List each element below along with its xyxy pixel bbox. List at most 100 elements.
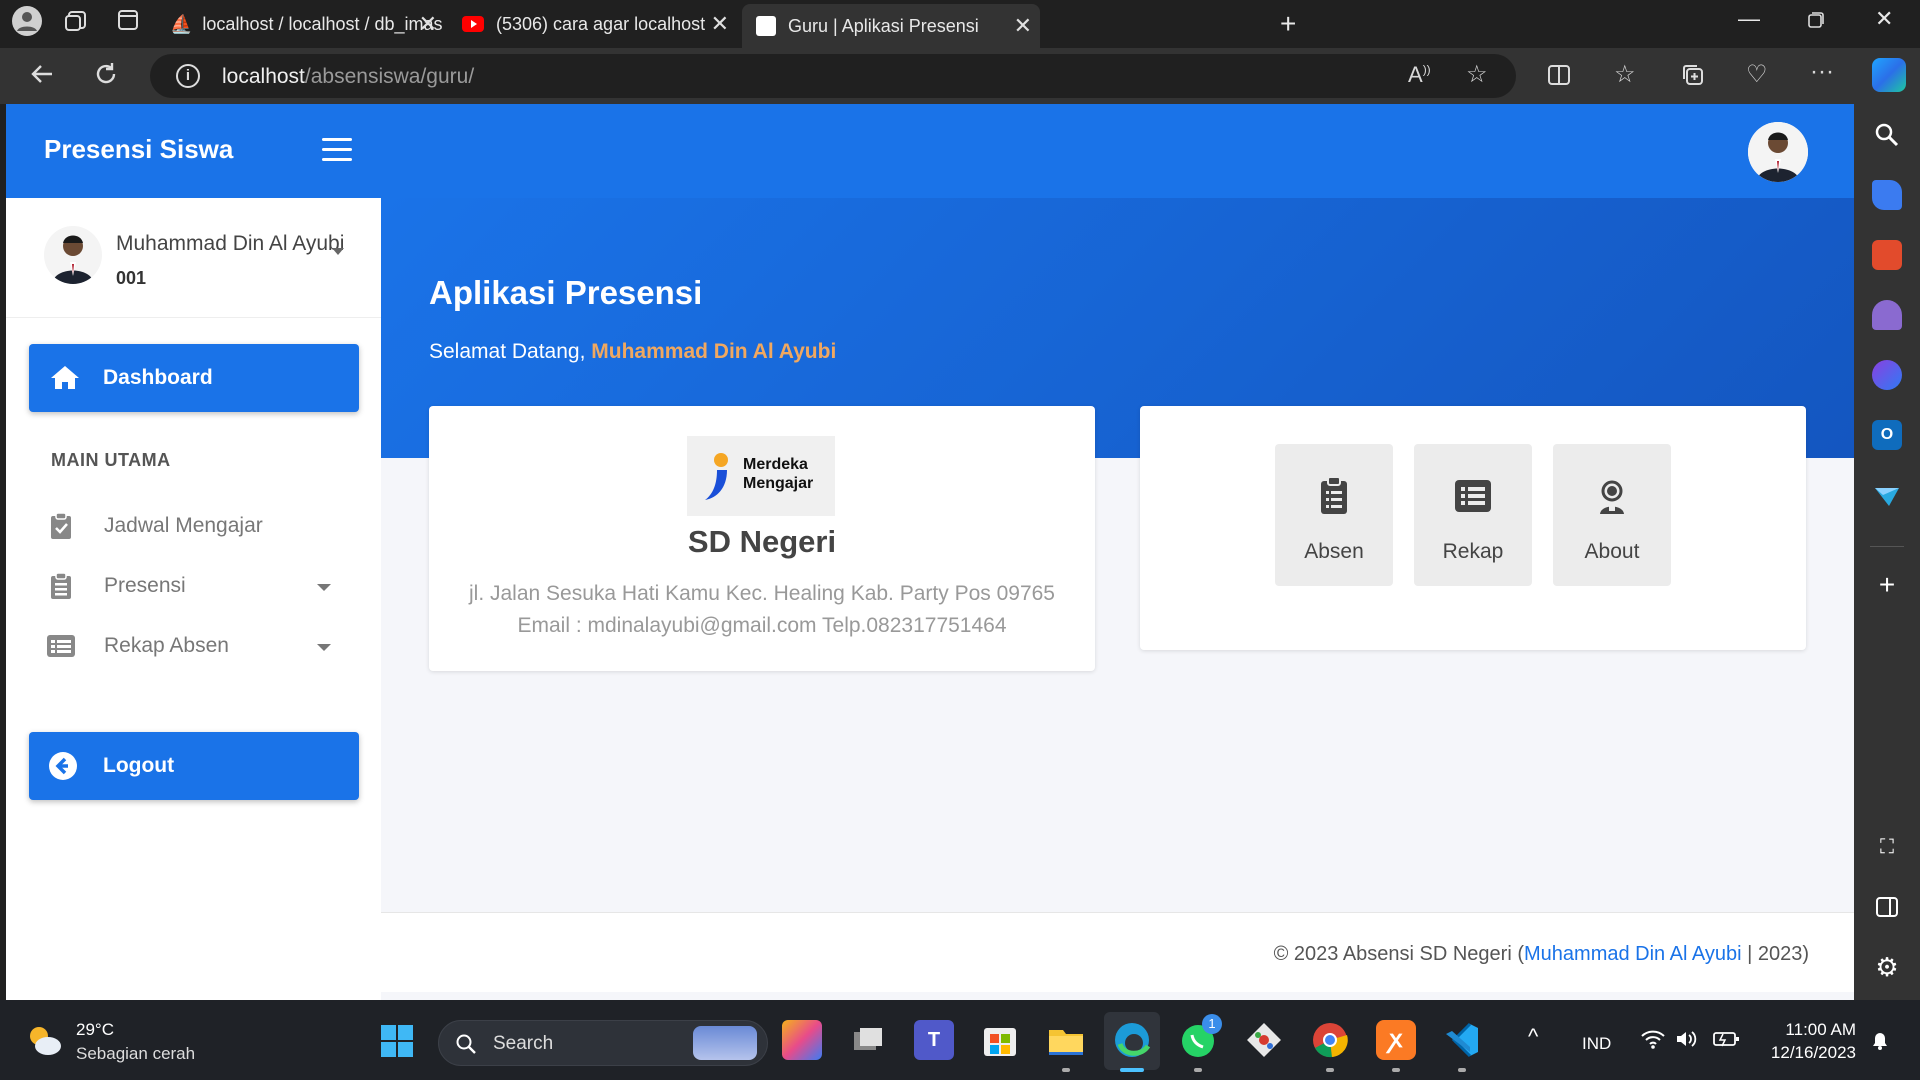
absen-tile[interactable]: Absen [1275, 444, 1393, 586]
clock-time: 11:00 AM [1785, 1020, 1856, 1039]
sidebar: Presensi Siswa Muhammad Din Al Ayubi 001… [6, 104, 381, 1000]
dashboard-button[interactable]: Dashboard [29, 344, 359, 412]
close-tab-icon[interactable]: ✕ [419, 11, 437, 37]
close-tab-icon[interactable]: ✕ [711, 11, 729, 37]
weather-widget[interactable]: 29°C Sebagian cerah [24, 1018, 224, 1064]
close-window-icon[interactable]: ✕ [1875, 6, 1893, 32]
sidebar-item-label: Jadwal Mengajar [104, 514, 263, 537]
copilot-icon[interactable] [1872, 58, 1906, 92]
restore-icon[interactable] [1806, 10, 1826, 36]
user-dropdown-caret-icon[interactable] [332, 248, 344, 255]
notification-bell-icon[interactable] [1868, 1028, 1892, 1057]
sidebar-item-jadwal-mengajar[interactable]: Jadwal Mengajar [6, 496, 381, 556]
tab-youtube[interactable]: (5306) cara agar localhost bisa di ✕ [452, 6, 737, 42]
games-icon[interactable] [1872, 300, 1902, 330]
back-icon[interactable] [28, 60, 56, 95]
arrow-circle-left-icon [47, 750, 79, 782]
favorite-star-icon[interactable]: ☆ [1466, 60, 1488, 89]
tab-active-presensi[interactable]: Guru | Aplikasi Presensi ✕ [742, 4, 1040, 48]
chrome-icon[interactable] [1310, 1020, 1350, 1060]
tab-title: localhost / localhost / db_imas / t [202, 13, 445, 34]
url-host: localhost [222, 65, 305, 88]
more-menu-icon[interactable]: ··· [1810, 58, 1834, 86]
whatsapp-icon[interactable]: 1 [1178, 1014, 1222, 1060]
web-page: Presensi Siswa Muhammad Din Al Ayubi 001… [6, 104, 1854, 1000]
hamburger-menu-icon[interactable] [322, 138, 352, 162]
sidebar-item-rekap-absen[interactable]: Rekap Absen [6, 616, 381, 676]
telegram-send-icon[interactable] [1872, 480, 1902, 510]
vscode-icon[interactable] [1442, 1020, 1482, 1060]
split-screen-icon[interactable] [1546, 62, 1572, 95]
copilot-pre-icon[interactable] [782, 1020, 822, 1060]
tile-label: Rekap [1442, 540, 1504, 563]
xampp-icon[interactable]: ꭗ [1376, 1020, 1416, 1060]
running-indicator [1194, 1068, 1202, 1072]
collections-icon[interactable] [1680, 62, 1706, 95]
git-icon[interactable] [1244, 1020, 1284, 1060]
school-name: SD Negeri [687, 524, 837, 559]
teams-icon[interactable]: T [914, 1020, 954, 1060]
url-bar[interactable]: i localhost/absensiswa/guru/ A)) ☆ [150, 54, 1516, 98]
about-tile[interactable]: About [1553, 444, 1671, 586]
outlook-icon[interactable]: O [1872, 420, 1902, 450]
navbar-avatar[interactable] [1748, 122, 1808, 182]
settings-gear-icon[interactable]: ⚙ [1872, 952, 1902, 982]
new-tab-icon[interactable]: + [1280, 8, 1296, 40]
list-icon [46, 634, 75, 662]
workspaces-icon[interactable] [64, 8, 90, 40]
search-highlight-image [693, 1026, 757, 1060]
site-info-icon[interactable]: i [176, 64, 200, 88]
read-aloud-icon[interactable]: A)) [1408, 62, 1431, 88]
tools-icon[interactable] [1872, 240, 1902, 270]
running-indicator [1392, 1068, 1400, 1072]
file-explorer-icon[interactable] [1046, 1020, 1086, 1060]
footer-prefix: © 2023 Absensi SD Negeri ( [1273, 943, 1524, 965]
search-label: Search [493, 1033, 554, 1054]
taskbar-search-box[interactable]: Search [438, 1020, 768, 1066]
minimize-icon[interactable]: — [1738, 6, 1760, 32]
footer-text: © 2023 Absensi SD Negeri (Muhammad Din A… [1274, 943, 1809, 966]
wifi-icon[interactable] [1640, 1028, 1666, 1055]
screenshot-icon[interactable]: ⛶ [1872, 832, 1902, 862]
chevron-down-icon [317, 644, 331, 651]
microsoft-store-icon[interactable] [980, 1020, 1020, 1060]
brand-title[interactable]: Presensi Siswa [44, 134, 233, 165]
weather-temp: 29°C [76, 1020, 114, 1039]
add-app-icon[interactable]: + [1872, 570, 1902, 600]
battery-icon[interactable] [1712, 1030, 1740, 1053]
tile-label: About [1584, 540, 1640, 563]
shopping-tag-icon[interactable] [1872, 180, 1902, 210]
start-windows-icon[interactable] [380, 1024, 414, 1058]
profile-icon[interactable] [12, 6, 42, 36]
microsoft-365-icon[interactable] [1872, 360, 1902, 390]
search-icon[interactable] [1872, 120, 1902, 150]
tab-phpmyadmin[interactable]: ⛵ localhost / localhost / db_imas / t ✕ [160, 6, 445, 42]
sidebar-item-label: Presensi [104, 574, 186, 597]
browser-essentials-icon[interactable]: ♡ [1746, 60, 1768, 89]
logout-button[interactable]: Logout [29, 732, 359, 800]
browser-tab-bar: ⛵ localhost / localhost / db_imas / t ✕ … [0, 0, 1920, 48]
hide-sidebar-icon[interactable] [1872, 892, 1902, 922]
footer-author-link[interactable]: Muhammad Din Al Ayubi [1524, 943, 1742, 965]
clipboard-check-icon [48, 512, 74, 540]
chevron-up-icon[interactable]: ^ [1528, 1024, 1538, 1050]
sidebar-item-presensi[interactable]: Presensi [6, 556, 381, 616]
favorites-icon[interactable]: ☆ [1614, 60, 1636, 89]
close-tab-icon[interactable]: ✕ [1014, 13, 1032, 39]
clock[interactable]: 11:00 AM 12/16/2023 [1756, 1018, 1856, 1064]
top-navbar [381, 104, 1854, 198]
sidebar-brand-bar: Presensi Siswa [6, 104, 381, 198]
avatar [44, 226, 102, 284]
edge-browser-icon[interactable] [1112, 1020, 1152, 1060]
address-toolbar: i localhost/absensiswa/guru/ A)) ☆ ☆ ♡ ·… [0, 48, 1920, 104]
url-path: /absensiswa/guru/ [304, 65, 475, 88]
rekap-tile[interactable]: Rekap [1414, 444, 1532, 586]
refresh-icon[interactable] [92, 60, 120, 95]
logout-label: Logout [103, 754, 175, 777]
tab-actions-icon[interactable] [116, 8, 140, 38]
volume-icon[interactable] [1674, 1028, 1698, 1055]
user-panel[interactable]: Muhammad Din Al Ayubi 001 [6, 198, 381, 318]
task-view-icon[interactable] [848, 1020, 888, 1060]
url-text[interactable]: localhost/absensiswa/guru/ [222, 65, 474, 89]
input-language[interactable]: IND [1582, 1034, 1611, 1054]
